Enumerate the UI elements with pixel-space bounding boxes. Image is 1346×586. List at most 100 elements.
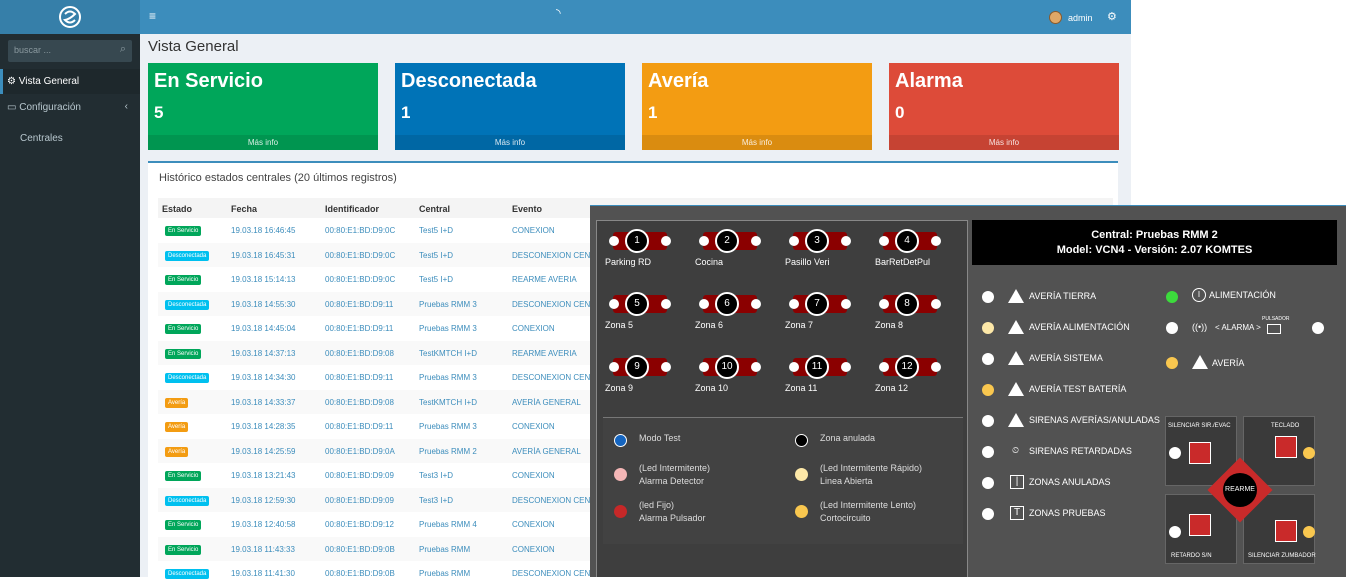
user-name[interactable]: admin xyxy=(1068,13,1093,23)
zones-grid: 1 Parking RD 2 Cocina 3 Pasillo Veri 4 BarRetDe… xyxy=(605,229,955,421)
page-title: Vista General xyxy=(148,38,239,55)
sidebar-item-configuracion[interactable]: ▭ Configuración ‹ xyxy=(0,95,140,120)
zone-led-left xyxy=(609,362,619,372)
zone-led-right xyxy=(931,362,941,372)
more-info-link[interactable]: Más info xyxy=(889,135,1119,150)
led-averia xyxy=(1166,357,1178,369)
led-silence-sirens xyxy=(1169,447,1181,459)
alarm-wave-icon: ((•)) xyxy=(1192,322,1208,332)
more-info-link[interactable]: Más info xyxy=(642,135,872,150)
led-buzzer xyxy=(1303,526,1315,538)
cell-fecha: 19.03.18 12:59:30 xyxy=(231,495,296,505)
zone-12[interactable]: 12 Zona 12 xyxy=(875,355,953,399)
cell-id: 00:80:E1:BD:D9:0C xyxy=(325,250,396,260)
cell-fecha: 19.03.18 14:55:30 xyxy=(231,299,296,309)
search-icon[interactable]: ⌕ xyxy=(120,43,126,56)
cell-id: 00:80:E1:BD:D9:11 xyxy=(325,422,394,431)
led-alarma xyxy=(1166,322,1178,334)
cell-evento: CONEXION xyxy=(512,422,555,431)
zone-label: BarRetDetPul xyxy=(875,257,931,267)
zone-7[interactable]: 7 Zona 7 xyxy=(785,292,863,336)
rearme-button[interactable]: REARME xyxy=(1223,473,1257,507)
zone-11[interactable]: 11 Zona 11 xyxy=(785,355,863,399)
zone-5[interactable]: 5 Zona 5 xyxy=(605,292,683,336)
legend-text: (led Fijo) xyxy=(639,500,675,510)
col-header[interactable]: Fecha xyxy=(231,204,257,214)
col-header[interactable]: Identificador xyxy=(325,204,379,214)
zone-2[interactable]: 2 Cocina xyxy=(695,229,773,273)
status-badge: En Servicio xyxy=(165,520,202,530)
status-label: AVERÍA TEST BATERÍA xyxy=(1029,384,1127,394)
zone-1[interactable]: 1 Parking RD xyxy=(605,229,683,273)
zone-number: 10 xyxy=(715,355,739,379)
zones-panel: 1 Parking RD 2 Cocina 3 Pasillo Veri 4 BarRetDe… xyxy=(596,220,968,577)
zone-8[interactable]: 8 Zona 8 xyxy=(875,292,953,336)
history-title: Histórico estados centrales (20 últimos … xyxy=(159,172,397,184)
sirens-fault-icon xyxy=(1008,413,1024,427)
search-input[interactable]: buscar ... ⌕ xyxy=(8,40,132,62)
status-led xyxy=(982,477,994,489)
key-icon xyxy=(1275,436,1297,458)
zone-6[interactable]: 6 Zona 6 xyxy=(695,292,773,336)
status-badge: Desconectada xyxy=(165,569,210,579)
zone-9[interactable]: 9 Zona 9 xyxy=(605,355,683,399)
status-label: SIRENAS RETARDADAS xyxy=(1029,446,1132,456)
cell-fecha: 19.03.18 14:28:35 xyxy=(231,422,296,431)
zone-label: Zona 5 xyxy=(605,320,634,330)
buzzer-mute-icon xyxy=(1275,520,1297,542)
status-badge: En Servicio xyxy=(165,348,202,359)
cell-evento: CONEXION xyxy=(512,226,555,235)
zone-led-right xyxy=(841,236,851,246)
zone-4[interactable]: 4 BarRetDetPul xyxy=(875,229,953,273)
status-panel: Central: Pruebas RMM 2 Model: VCN4 - Ver… xyxy=(972,220,1346,577)
col-header[interactable]: Estado xyxy=(162,204,192,214)
sidebar-item-centrales[interactable]: Centrales xyxy=(0,126,140,151)
zone-led-left xyxy=(879,299,889,309)
cell-id: 00:80:E1:BD:D9:08 xyxy=(325,397,394,407)
col-header[interactable]: Central xyxy=(419,204,450,214)
control-pad: SILENCIAR SIR./EVAC TECLADO RETARDO S/N … xyxy=(1165,416,1316,564)
zone-10[interactable]: 10 Zona 10 xyxy=(695,355,773,399)
status-led xyxy=(982,291,994,303)
cell-evento: CONEXION xyxy=(512,544,555,554)
led-pulsador xyxy=(1312,322,1324,334)
status-label: < ALARMA > xyxy=(1215,323,1261,332)
cell-fecha: 19.03.18 14:45:04 xyxy=(231,324,296,333)
zone-led-left xyxy=(879,236,889,246)
more-info-link[interactable]: Más info xyxy=(148,135,378,150)
zone-led-left xyxy=(699,236,709,246)
cell-fecha: 19.03.18 16:45:31 xyxy=(231,250,296,260)
status-badge: Desconectada xyxy=(165,495,210,506)
legend-text: Zona anulada xyxy=(820,433,876,443)
cell-fecha: 19.03.18 14:33:37 xyxy=(231,397,296,407)
more-info-link[interactable]: Más info xyxy=(395,135,625,150)
zone-led-left xyxy=(699,299,709,309)
settings-gears-icon[interactable]: ⚙ xyxy=(1107,10,1117,23)
button-label: TECLADO xyxy=(1271,423,1300,429)
box-title: En Servicio xyxy=(154,70,263,92)
zone-label: Zona 9 xyxy=(605,383,634,393)
cell-fecha: 19.03.18 15:14:13 xyxy=(231,275,296,284)
cell-fecha: 19.03.18 12:40:58 xyxy=(231,520,296,529)
zone-led-right xyxy=(751,362,761,372)
cell-evento: AVERÍA GENERAL xyxy=(512,397,581,407)
cell-id: 00:80:E1:BD:D9:09 xyxy=(325,471,394,480)
logo[interactable] xyxy=(0,0,140,34)
system-fault-icon xyxy=(1008,351,1024,365)
cell-central: Pruebas RMM 3 xyxy=(419,299,477,309)
zone-led-right xyxy=(661,299,671,309)
zone-led-right xyxy=(661,236,671,246)
zones-disabled-icon: | xyxy=(1010,475,1024,489)
avatar[interactable] xyxy=(1049,11,1062,24)
zone-3[interactable]: 3 Pasillo Veri xyxy=(785,229,863,273)
monitor-icon: ▭ xyxy=(7,102,17,113)
col-header[interactable]: Evento xyxy=(512,204,542,214)
top-navbar: ≡ ◝ admin ⚙ xyxy=(140,0,1131,34)
lcd-line1: Central: Pruebas RMM 2 xyxy=(1091,229,1218,241)
status-led xyxy=(982,508,994,520)
cell-fecha: 19.03.18 14:34:30 xyxy=(231,373,296,382)
menu-toggle-icon[interactable]: ≡ xyxy=(149,9,156,23)
zone-led-right xyxy=(841,362,851,372)
status-label: AVERÍA TIERRA xyxy=(1029,291,1097,301)
sidebar-item-vista-general[interactable]: ⚙ Vista General xyxy=(0,69,140,94)
